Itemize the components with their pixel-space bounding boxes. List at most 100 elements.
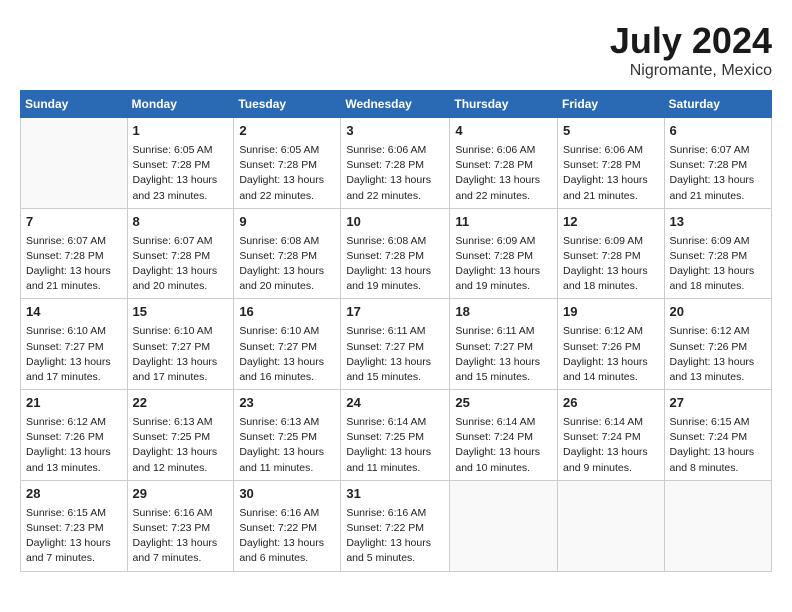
calendar-cell: 2Sunrise: 6:05 AM Sunset: 7:28 PM Daylig…	[234, 118, 341, 209]
day-info: Sunrise: 6:09 AM Sunset: 7:28 PM Dayligh…	[455, 234, 552, 295]
calendar-cell: 22 Sunrise: 6:13 AM Sunset: 7:25 PM Dayli…	[127, 390, 234, 481]
day-number: 3	[346, 122, 444, 141]
calendar-cell: 4Sunrise: 6:06 AM Sunset: 7:28 PM Daylig…	[450, 118, 558, 209]
day-info: Sunrise: 6:13 AM Sunset: 7:25 PM Dayligh…	[133, 415, 229, 476]
day-info: Sunrise: 6:12 AM Sunset: 7:26 PM Dayligh…	[26, 415, 122, 476]
day-number: 15	[133, 303, 229, 322]
calendar-cell: 8 Sunrise: 6:07 AM Sunset: 7:28 PM Daylig…	[127, 208, 234, 299]
day-number: 29	[133, 485, 229, 504]
calendar-cell: 19 Sunrise: 6:12 AM Sunset: 7:26 PM Dayli…	[558, 299, 665, 390]
day-number: 31	[346, 485, 444, 504]
calendar-cell: 18 Sunrise: 6:11 AM Sunset: 7:27 PM Dayli…	[450, 299, 558, 390]
calendar-cell	[558, 480, 665, 571]
day-info: Sunrise: 6:12 AM Sunset: 7:26 PM Dayligh…	[670, 324, 766, 385]
day-info: Sunrise: 6:13 AM Sunset: 7:25 PM Dayligh…	[239, 415, 335, 476]
day-number: 9	[239, 213, 335, 232]
day-number: 2	[239, 122, 335, 141]
calendar-cell: 27 Sunrise: 6:15 AM Sunset: 7:24 PM Dayli…	[664, 390, 771, 481]
calendar-cell: 13Sunrise: 6:09 AM Sunset: 7:28 PM Dayli…	[664, 208, 771, 299]
day-number: 14	[26, 303, 122, 322]
day-info: Sunrise: 6:11 AM Sunset: 7:27 PM Dayligh…	[346, 324, 444, 385]
day-of-week-header: Sunday	[21, 91, 128, 118]
day-number: 6	[670, 122, 766, 141]
calendar-cell: 11 Sunrise: 6:09 AM Sunset: 7:28 PM Dayli…	[450, 208, 558, 299]
day-info: Sunrise: 6:15 AM Sunset: 7:23 PM Dayligh…	[26, 506, 122, 567]
calendar-week-row: 28Sunrise: 6:15 AM Sunset: 7:23 PM Dayli…	[21, 480, 772, 571]
day-info: Sunrise: 6:06 AM Sunset: 7:28 PM Dayligh…	[563, 143, 659, 204]
day-number: 20	[670, 303, 766, 322]
day-info: Sunrise: 6:11 AM Sunset: 7:27 PM Dayligh…	[455, 324, 552, 385]
calendar-cell: 20 Sunrise: 6:12 AM Sunset: 7:26 PM Dayli…	[664, 299, 771, 390]
day-info: Sunrise: 6:15 AM Sunset: 7:24 PM Dayligh…	[670, 415, 766, 476]
page-header: General Blue July 2024 Nigromante, Mexic…	[20, 20, 772, 80]
day-info: Sunrise: 6:08 AM Sunset: 7:28 PM Dayligh…	[239, 234, 335, 295]
day-number: 12	[563, 213, 659, 232]
day-info: Sunrise: 6:14 AM Sunset: 7:24 PM Dayligh…	[563, 415, 659, 476]
day-info: Sunrise: 6:10 AM Sunset: 7:27 PM Dayligh…	[133, 324, 229, 385]
day-number: 17	[346, 303, 444, 322]
month-title: July 2024	[610, 20, 772, 62]
day-of-week-header: Thursday	[450, 91, 558, 118]
calendar-cell: 7 Sunrise: 6:07 AM Sunset: 7:28 PM Daylig…	[21, 208, 128, 299]
calendar-week-row: 21Sunrise: 6:12 AM Sunset: 7:26 PM Dayli…	[21, 390, 772, 481]
calendar-cell: 26 Sunrise: 6:14 AM Sunset: 7:24 PM Dayli…	[558, 390, 665, 481]
day-info: Sunrise: 6:09 AM Sunset: 7:28 PM Dayligh…	[670, 234, 766, 295]
day-number: 22	[133, 394, 229, 413]
calendar-week-row: 14 Sunrise: 6:10 AM Sunset: 7:27 PM Dayli…	[21, 299, 772, 390]
calendar-cell: 29 Sunrise: 6:16 AM Sunset: 7:23 PM Dayli…	[127, 480, 234, 571]
day-number: 5	[563, 122, 659, 141]
day-info: Sunrise: 6:10 AM Sunset: 7:27 PM Dayligh…	[239, 324, 335, 385]
calendar-cell: 9 Sunrise: 6:08 AM Sunset: 7:28 PM Daylig…	[234, 208, 341, 299]
day-info: Sunrise: 6:08 AM Sunset: 7:28 PM Dayligh…	[346, 234, 444, 295]
day-info: Sunrise: 6:14 AM Sunset: 7:25 PM Dayligh…	[346, 415, 444, 476]
calendar-week-row: 1 Sunrise: 6:05 AM Sunset: 7:28 PM Daylig…	[21, 118, 772, 209]
calendar-cell: 31 Sunrise: 6:16 AM Sunset: 7:22 PM Dayli…	[341, 480, 450, 571]
day-info: Sunrise: 6:16 AM Sunset: 7:23 PM Dayligh…	[133, 506, 229, 567]
day-number: 18	[455, 303, 552, 322]
calendar-cell	[664, 480, 771, 571]
day-info: Sunrise: 6:16 AM Sunset: 7:22 PM Dayligh…	[239, 506, 335, 567]
day-number: 27	[670, 394, 766, 413]
calendar-cell	[21, 118, 128, 209]
calendar-cell: 14 Sunrise: 6:10 AM Sunset: 7:27 PM Dayli…	[21, 299, 128, 390]
calendar-week-row: 7 Sunrise: 6:07 AM Sunset: 7:28 PM Daylig…	[21, 208, 772, 299]
day-info: Sunrise: 6:10 AM Sunset: 7:27 PM Dayligh…	[26, 324, 122, 385]
calendar-cell	[450, 480, 558, 571]
calendar-cell: 23 Sunrise: 6:13 AM Sunset: 7:25 PM Dayli…	[234, 390, 341, 481]
day-number: 10	[346, 213, 444, 232]
calendar-cell: 16Sunrise: 6:10 AM Sunset: 7:27 PM Dayli…	[234, 299, 341, 390]
day-number: 24	[346, 394, 444, 413]
day-info: Sunrise: 6:07 AM Sunset: 7:28 PM Dayligh…	[26, 234, 122, 295]
day-number: 26	[563, 394, 659, 413]
calendar-cell: 15 Sunrise: 6:10 AM Sunset: 7:27 PM Dayli…	[127, 299, 234, 390]
title-block: July 2024 Nigromante, Mexico	[610, 20, 772, 80]
day-info: Sunrise: 6:09 AM Sunset: 7:28 PM Dayligh…	[563, 234, 659, 295]
day-of-week-header: Saturday	[664, 91, 771, 118]
day-info: Sunrise: 6:07 AM Sunset: 7:28 PM Dayligh…	[670, 143, 766, 204]
calendar-cell: 1 Sunrise: 6:05 AM Sunset: 7:28 PM Daylig…	[127, 118, 234, 209]
calendar-cell: 30Sunrise: 6:16 AM Sunset: 7:22 PM Dayli…	[234, 480, 341, 571]
calendar-table: SundayMondayTuesdayWednesdayThursdayFrid…	[20, 90, 772, 572]
day-number: 1	[133, 122, 229, 141]
calendar-cell: 6 Sunrise: 6:07 AM Sunset: 7:28 PM Daylig…	[664, 118, 771, 209]
calendar-cell: 17 Sunrise: 6:11 AM Sunset: 7:27 PM Dayli…	[341, 299, 450, 390]
day-info: Sunrise: 6:16 AM Sunset: 7:22 PM Dayligh…	[346, 506, 444, 567]
calendar-header-row: SundayMondayTuesdayWednesdayThursdayFrid…	[21, 91, 772, 118]
calendar-cell: 12 Sunrise: 6:09 AM Sunset: 7:28 PM Dayli…	[558, 208, 665, 299]
day-number: 11	[455, 213, 552, 232]
calendar-cell: 5 Sunrise: 6:06 AM Sunset: 7:28 PM Daylig…	[558, 118, 665, 209]
day-of-week-header: Monday	[127, 91, 234, 118]
calendar-cell: 28Sunrise: 6:15 AM Sunset: 7:23 PM Dayli…	[21, 480, 128, 571]
day-info: Sunrise: 6:12 AM Sunset: 7:26 PM Dayligh…	[563, 324, 659, 385]
day-of-week-header: Wednesday	[341, 91, 450, 118]
day-of-week-header: Friday	[558, 91, 665, 118]
day-info: Sunrise: 6:05 AM Sunset: 7:28 PM Dayligh…	[133, 143, 229, 204]
day-number: 8	[133, 213, 229, 232]
day-number: 7	[26, 213, 122, 232]
day-number: 19	[563, 303, 659, 322]
day-info: Sunrise: 6:07 AM Sunset: 7:28 PM Dayligh…	[133, 234, 229, 295]
day-info: Sunrise: 6:06 AM Sunset: 7:28 PM Dayligh…	[346, 143, 444, 204]
day-number: 25	[455, 394, 552, 413]
calendar-cell: 21Sunrise: 6:12 AM Sunset: 7:26 PM Dayli…	[21, 390, 128, 481]
day-number: 23	[239, 394, 335, 413]
